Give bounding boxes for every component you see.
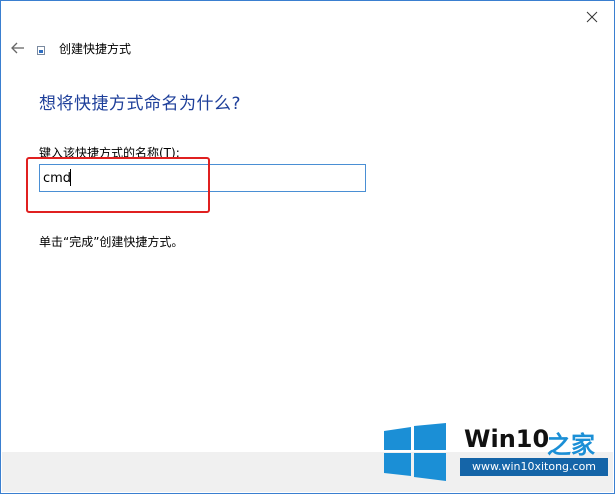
back-arrow-icon [11,42,24,54]
windows-logo-icon [384,423,446,481]
shortcut-icon [37,46,45,55]
window-title: 创建快捷方式 [59,42,132,56]
text-caret [70,169,71,186]
back-button[interactable] [9,39,27,57]
close-icon [586,11,598,23]
shortcut-name-label: 键入该快捷方式的名称(T): [39,146,180,160]
shortcut-name-input[interactable] [39,164,366,192]
close-button[interactable] [584,9,600,25]
watermark-brand-accent: 之家 [547,431,595,459]
watermark-url: www.win10xitong.com [460,458,608,476]
watermark-brand: Win10 [464,425,550,453]
create-shortcut-dialog: 创建快捷方式 想将快捷方式命名为什么? 键入该快捷方式的名称(T): 单击“完成… [0,0,615,494]
watermark-logo: Win10 之家 www.win10xitong.com [384,421,614,483]
finish-hint: 单击“完成”创建快捷方式。 [39,235,184,249]
page-heading: 想将快捷方式命名为什么? [39,94,242,114]
